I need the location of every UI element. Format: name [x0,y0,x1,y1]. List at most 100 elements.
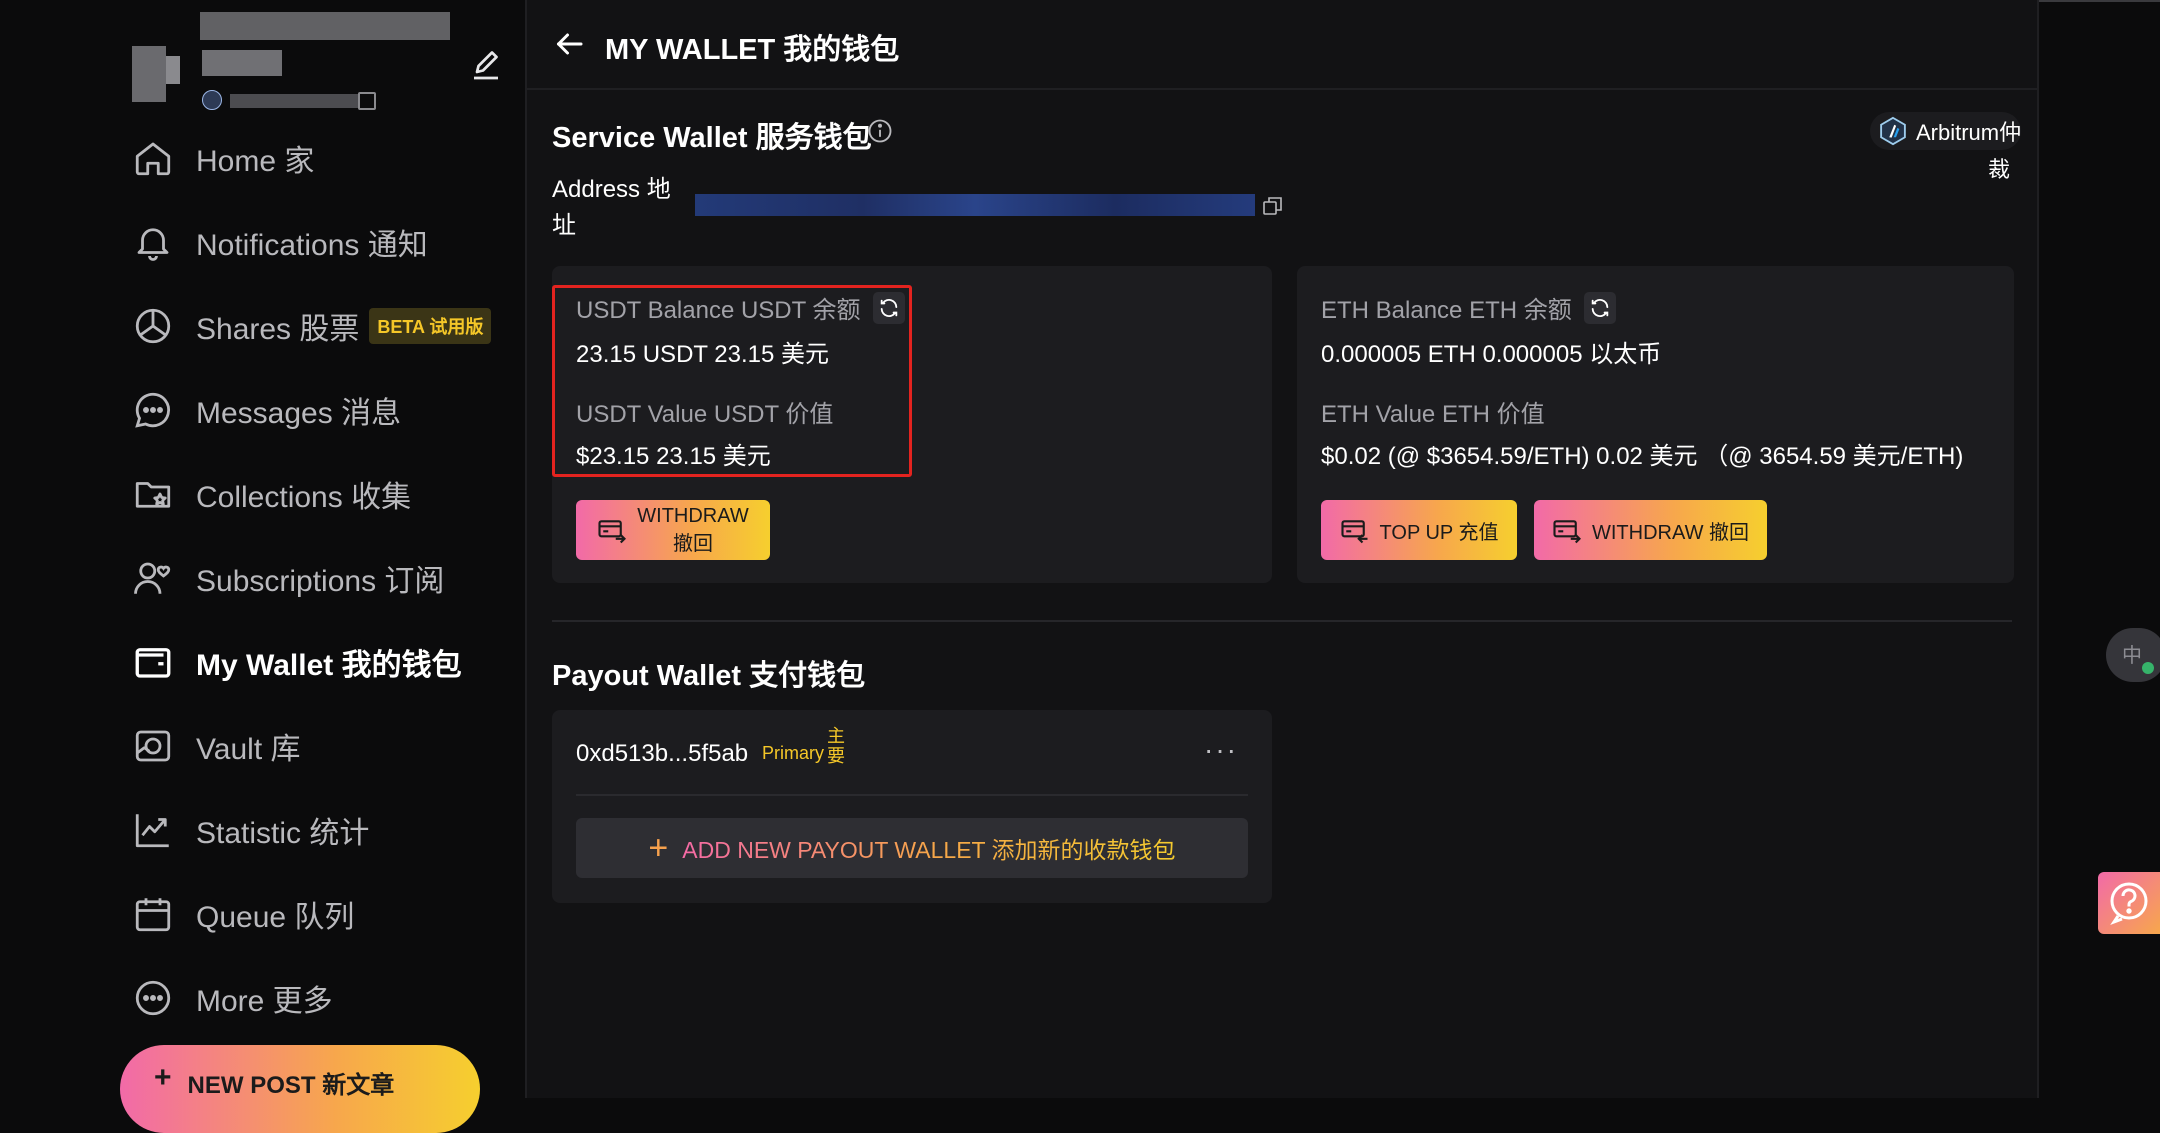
primary-cn-label: 主 要 [826,726,846,766]
sidebar-item-label: Notifications 通知 [196,229,428,262]
more-options-icon[interactable]: ··· [1204,734,1238,766]
copy-small-icon[interactable] [358,92,376,110]
payout-wallet-card: 0xd513b...5f5ab Primary 主 要 ··· + ADD NE… [552,710,1272,903]
new-post-label: NEW POST 新文章 [187,1072,395,1099]
svg-text:中: 中 [2122,643,2142,667]
arbitrum-icon [1878,116,1908,146]
subscriptions-icon [132,557,174,599]
back-arrow-icon[interactable] [551,26,587,62]
eth-withdraw-label: WITHDRAW 撤回 [1591,521,1749,544]
sidebar-item-vault[interactable]: Vault 库 [132,704,512,788]
sidebar-item-collections[interactable]: Collections 收集 [132,452,512,536]
sidebar-item-label: Vault 库 [196,733,301,766]
sidebar-item-statistic[interactable]: Statistic 统计 [132,788,512,872]
highlight-box [552,285,912,477]
translate-icon: 中 [2122,643,2154,674]
sidebar-item-label: Queue 队列 [196,901,355,934]
network-label-wrap: 裁 [1988,157,2011,182]
eth-card: ETH Balance ETH 余额 0.000005 ETH 0.000005… [1297,266,2014,583]
eth-top-up-button[interactable]: TOP UP 充值 [1321,500,1517,560]
primary-badge: Primary 主 要 [762,726,846,766]
eth-withdraw-button[interactable]: WITHDRAW 撤回 [1534,500,1767,560]
page-title: MY WALLET 我的钱包 [605,34,900,66]
plus-icon: + [648,828,669,867]
bell-icon [132,221,174,263]
chart-line-icon [132,809,174,851]
usdt-withdraw-label-line1: WITHDRAW [637,505,749,527]
pie-chart-icon [132,305,174,347]
refresh-icon[interactable] [1583,291,1616,324]
redacted-display-name [200,12,450,40]
add-payout-wallet-label: ADD NEW PAYOUT WALLET 添加新的收款钱包 [682,831,1175,865]
sidebar-item-label: My Wallet 我的钱包 [196,649,462,682]
sidebar-item-label: Collections 收集 [196,481,412,514]
redacted-address [230,94,358,108]
sidebar-item-more[interactable]: More 更多 [132,956,512,1040]
main-content: MY WALLET 我的钱包 Service Wallet 服务钱包 Arbit… [527,0,2037,1098]
add-payout-wallet-button[interactable]: + ADD NEW PAYOUT WALLET 添加新的收款钱包 [576,818,1248,878]
message-icon [132,389,174,431]
beta-badge: BETA 试用版 [369,308,492,344]
eth-balance-label-row: ETH Balance ETH 余额 [1321,290,1616,325]
address-label: Address 地址 [552,176,671,239]
folder-star-icon [132,473,174,515]
vault-icon [132,725,174,767]
wallet-icon [132,641,174,683]
translate-floating-button[interactable]: 中 [2106,628,2160,682]
sidebar-item-notifications[interactable]: Notifications 通知 [132,200,512,284]
card-transfer-icon [597,515,627,545]
network-selector[interactable]: Arbitrum仲 [1870,112,2022,150]
sidebar-item-shares[interactable]: Shares 股票 BETA 试用版 [132,284,512,368]
primary-cn-1: 主 [827,726,845,746]
avatar[interactable] [132,46,166,102]
eth-balance-label: ETH Balance ETH 余额 [1321,297,1572,324]
card-transfer-icon [1552,515,1582,545]
card-transfer-icon [1340,515,1370,545]
eth-balance-value: 0.000005 ETH 0.000005 以太币 [1321,341,1662,368]
plus-icon: + [154,1061,172,1094]
section-divider [552,620,2012,622]
sidebar-item-label: Shares 股票 [196,313,360,346]
eth-value-label: ETH Value ETH 价值 [1321,401,1545,428]
sidebar-item-messages[interactable]: Messages 消息 [132,368,512,452]
sidebar-item-label: Statistic 统计 [196,817,370,850]
edit-icon[interactable] [468,48,504,84]
payout-divider [576,794,1248,796]
sidebar: Home 家 Notifications 通知 Shares 股票 BETA 试… [0,0,525,1133]
usdt-withdraw-label-line2: 撤回 [673,533,713,555]
usdt-withdraw-label: WITHDRAW 撤回 [637,502,748,558]
sidebar-item-my-wallet[interactable]: My Wallet 我的钱包 [132,620,512,704]
primary-cn-2: 要 [827,746,845,766]
info-icon[interactable] [866,117,894,145]
help-icon [2110,882,2148,926]
new-post-button[interactable]: + NEW POST 新文章 [120,1045,480,1133]
sidebar-item-home[interactable]: Home 家 [132,116,512,200]
page-header: MY WALLET 我的钱包 [527,0,2037,90]
more-circle-icon [132,977,174,1019]
sidebar-item-label: Messages 消息 [196,397,402,430]
usdt-card: USDT Balance USDT 余额 23.15 USDT 23.15 美元… [552,266,1272,583]
profile-block[interactable] [120,6,500,118]
eth-value-value: $0.02 (@ $3654.59/ETH) 0.02 美元 （@ 3654.5… [1321,443,1964,470]
sidebar-item-queue[interactable]: Queue 队列 [132,872,512,956]
sidebar-item-label: Subscriptions 订阅 [196,565,445,598]
redacted-wallet-address [695,194,1255,216]
sidebar-item-label: Home 家 [196,145,315,178]
sidebar-item-subscriptions[interactable]: Subscriptions 订阅 [132,536,512,620]
right-divider [2037,0,2039,1098]
redacted-username [202,50,282,76]
usdt-withdraw-button[interactable]: WITHDRAW 撤回 [576,500,770,560]
primary-label: Primary [762,742,824,763]
service-wallet-title: Service Wallet 服务钱包 [552,122,872,154]
calendar-icon [132,893,174,935]
sidebar-item-label: More 更多 [196,985,333,1018]
home-icon [132,137,174,179]
sidebar-nav: Home 家 Notifications 通知 Shares 股票 BETA 试… [132,116,512,1040]
payout-wallet-title: Payout Wallet 支付钱包 [552,660,866,692]
arbitrum-small-icon [202,90,222,110]
payout-address: 0xd513b...5f5ab [576,740,749,767]
help-floating-button[interactable] [2098,872,2160,934]
network-label: Arbitrum仲 [1916,120,2022,145]
copy-icon[interactable] [1261,194,1285,218]
eth-top-up-label: TOP UP 充值 [1379,521,1499,544]
